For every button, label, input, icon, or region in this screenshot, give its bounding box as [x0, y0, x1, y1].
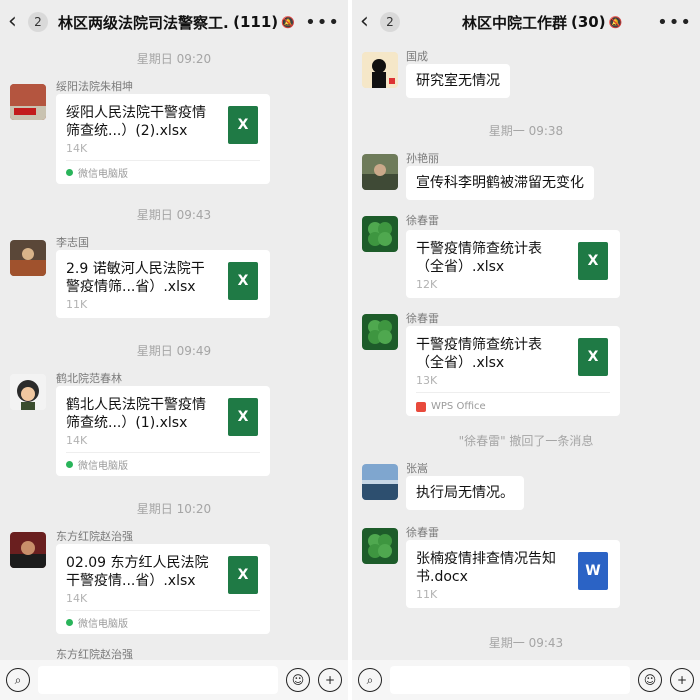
timestamp: 星期一 09:38: [488, 124, 564, 138]
plus-icon[interactable]: +: [318, 668, 342, 692]
text-message[interactable]: 执行局无情况。: [406, 476, 524, 510]
avatar[interactable]: [10, 240, 46, 276]
message-input[interactable]: [390, 666, 630, 694]
file-size: 12K: [416, 278, 438, 291]
file-size: 14K: [66, 142, 88, 155]
input-bar: ⌕ ☺ +: [352, 660, 700, 700]
file-size: 14K: [66, 592, 88, 605]
sender-name: 张嵩: [406, 462, 428, 475]
avatar[interactable]: [362, 52, 398, 88]
excel-file-icon: X: [578, 242, 608, 280]
file-message[interactable]: 张楠疫情排查情况告知书.docx 11K W: [406, 540, 620, 608]
file-source: WPS Office: [416, 401, 486, 412]
wechat-pc-icon: [66, 461, 73, 468]
file-message[interactable]: 干警疫情筛查统计表（全省）.xlsx 13K X WPS Office: [406, 326, 620, 416]
sender-name: 国成: [406, 50, 428, 63]
file-name: 干警疫情筛查统计表（全省）.xlsx: [416, 241, 542, 275]
file-message[interactable]: 绥阳人民法院干警疫情筛查统...）(2).xlsx 14K X 微信电脑版: [56, 94, 270, 184]
wechat-pc-icon: [66, 169, 73, 176]
chevron-left-icon[interactable]: ‹: [8, 0, 26, 44]
file-source: 微信电脑版: [66, 615, 128, 630]
chat-title: 林区中院工作群: [462, 13, 568, 32]
unread-badge[interactable]: 2: [380, 12, 400, 32]
file-size: 11K: [416, 588, 438, 601]
excel-file-icon: X: [228, 106, 258, 144]
divider: [66, 610, 260, 611]
file-name: 鹤北人民法院干警疫情筛查统...）(1).xlsx: [66, 397, 206, 431]
avatar[interactable]: [362, 314, 398, 350]
right-chat-header: ‹ 2 林区中院工作群 (30) 🔕 •••: [352, 0, 700, 44]
avatar[interactable]: [362, 464, 398, 500]
divider: [66, 452, 260, 453]
excel-file-icon: X: [228, 556, 258, 594]
left-chat-header: ‹ 2 林区两级法院司法警察工... (111) 🔕 •••: [0, 0, 348, 44]
more-dots-icon[interactable]: •••: [657, 12, 692, 33]
voice-icon[interactable]: ⌕: [6, 668, 30, 692]
excel-file-icon: X: [228, 398, 258, 436]
unread-badge[interactable]: 2: [28, 12, 48, 32]
avatar[interactable]: [10, 532, 46, 568]
avatar[interactable]: [10, 84, 46, 120]
sender-name: 鹤北院范春林: [56, 372, 122, 385]
file-source: 微信电脑版: [66, 165, 128, 180]
right-chat-pane: ‹ 2 林区中院工作群 (30) 🔕 ••• 国成 研究室无情况 星期一 09:…: [352, 0, 700, 700]
plus-icon[interactable]: +: [670, 668, 694, 692]
voice-icon[interactable]: ⌕: [358, 668, 382, 692]
word-file-icon: W: [578, 552, 608, 590]
sender-name: 东方红院赵治强: [56, 530, 133, 543]
file-name: 2.9 诺敏河人民法院干警疫情筛...省）.xlsx: [66, 261, 205, 295]
sender-name: 徐春雷: [406, 526, 439, 539]
file-name: 02.09 东方红人民法院干警疫情...省）.xlsx: [66, 555, 209, 589]
timestamp: 星期日 10:20: [136, 502, 212, 516]
bell-off-icon: 🔕: [608, 15, 623, 29]
left-chat-pane: ‹ 2 林区两级法院司法警察工... (111) 🔕 ••• 星期日 09:20…: [0, 0, 348, 700]
file-message[interactable]: 2.9 诺敏河人民法院干警疫情筛...省）.xlsx 11K X: [56, 250, 270, 318]
file-source: 微信电脑版: [66, 457, 128, 472]
emoji-icon[interactable]: ☺: [638, 668, 662, 692]
text-message[interactable]: 研究室无情况: [406, 64, 510, 98]
input-bar: ⌕ ☺ +: [0, 660, 348, 700]
emoji-icon[interactable]: ☺: [286, 668, 310, 692]
sender-name: 徐春雷: [406, 312, 439, 325]
recall-notice: "徐春雷" 撤回了一条消息: [458, 434, 594, 448]
member-count: (111): [233, 13, 279, 31]
sender-name: 李志国: [56, 236, 89, 249]
chevron-left-icon[interactable]: ‹: [360, 0, 378, 44]
file-message[interactable]: 干警疫情筛查统计表（全省）.xlsx 12K X: [406, 230, 620, 298]
file-name: 干警疫情筛查统计表（全省）.xlsx: [416, 337, 542, 371]
file-name: 绥阳人民法院干警疫情筛查统...）(2).xlsx: [66, 105, 206, 139]
sender-name: 徐春雷: [406, 214, 439, 227]
timestamp: 星期日 09:43: [136, 208, 212, 222]
file-message[interactable]: 鹤北人民法院干警疫情筛查统...）(1).xlsx 14K X 微信电脑版: [56, 386, 270, 476]
more-dots-icon[interactable]: •••: [305, 12, 340, 33]
avatar[interactable]: [362, 528, 398, 564]
file-message[interactable]: 02.09 东方红人民法院干警疫情...省）.xlsx 14K X 微信电脑版: [56, 544, 270, 634]
divider: [66, 160, 260, 161]
sender-name: 绥阳法院朱相坤: [56, 80, 133, 93]
sender-name: 孙艳丽: [406, 152, 439, 165]
avatar[interactable]: [362, 216, 398, 252]
file-size: 14K: [66, 434, 88, 447]
text-message[interactable]: 宣传科李明鹤被滞留无变化: [406, 166, 594, 200]
bell-off-icon: 🔕: [281, 15, 295, 29]
file-size: 11K: [66, 298, 88, 311]
excel-file-icon: X: [578, 338, 608, 376]
timestamp: 星期日 09:49: [136, 344, 212, 358]
screenshot-composite: ‹ 2 林区两级法院司法警察工... (111) 🔕 ••• 星期日 09:20…: [0, 0, 700, 700]
message-input[interactable]: [38, 666, 278, 694]
avatar[interactable]: [10, 374, 46, 410]
timestamp: 星期日 09:20: [136, 52, 212, 66]
wechat-pc-icon: [66, 619, 73, 626]
file-size: 13K: [416, 374, 438, 387]
divider: [416, 392, 610, 393]
excel-file-icon: X: [228, 262, 258, 300]
timestamp: 星期一 09:43: [488, 636, 564, 650]
avatar[interactable]: [362, 154, 398, 190]
member-count: (30): [571, 13, 606, 31]
chat-title: 林区两级法院司法警察工...: [58, 13, 230, 32]
wps-icon: [416, 401, 426, 412]
file-name: 张楠疫情排查情况告知书.docx: [416, 551, 556, 585]
